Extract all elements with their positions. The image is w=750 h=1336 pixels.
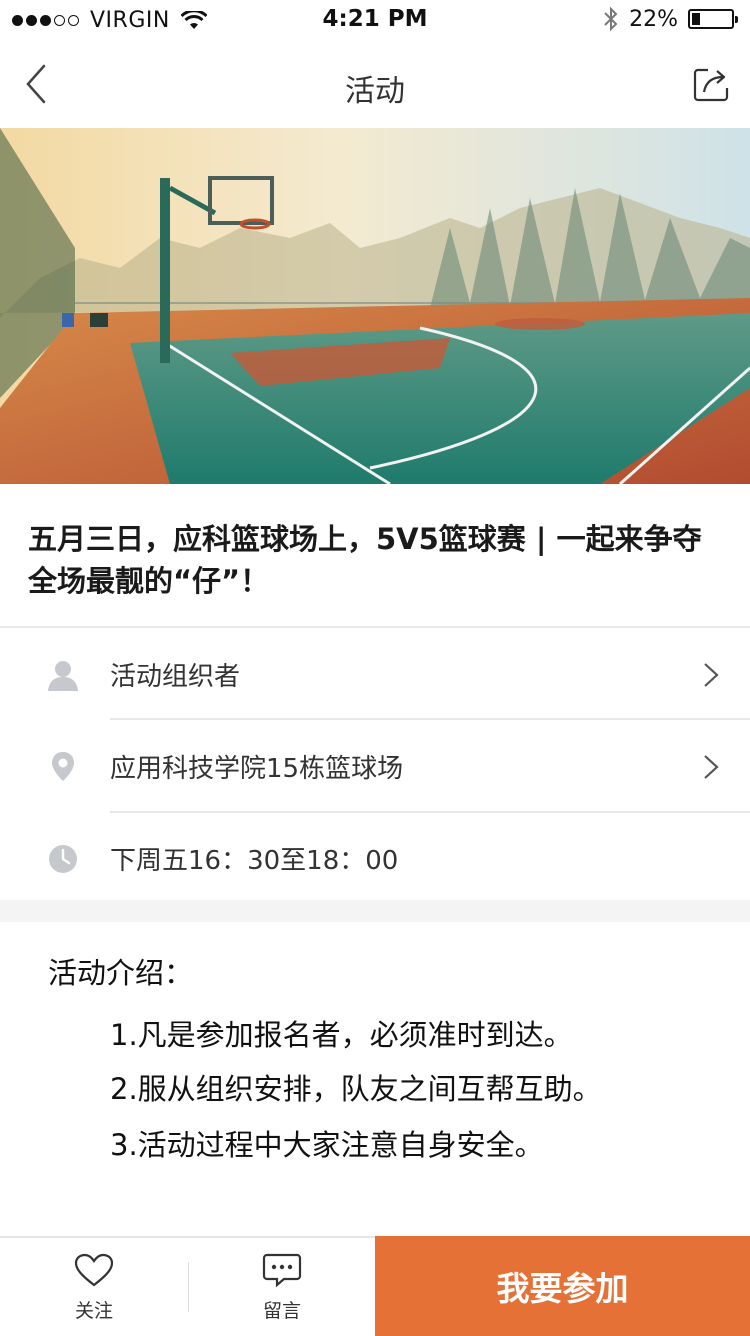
basketball-court-photo	[0, 128, 750, 484]
time-row: 下周五16：30至18：00	[0, 812, 750, 904]
time-label: 下周五16：30至18：00	[110, 846, 399, 876]
organizer-label: 活动组织者	[110, 662, 241, 692]
page-title: 活动	[345, 74, 405, 109]
navigation-bar: 活动	[0, 40, 750, 128]
location-pin-icon	[52, 752, 74, 781]
section-gap	[0, 900, 750, 922]
battery-percent: 22%	[629, 6, 678, 32]
intro-item: 2.服从组织安排，队友之间互帮互助。	[110, 1072, 602, 1106]
bluetooth-icon	[604, 6, 618, 32]
heart-icon	[74, 1253, 114, 1287]
share-icon[interactable]	[692, 64, 732, 104]
battery-icon	[688, 9, 738, 29]
location-label: 应用科技学院15栋篮球场	[110, 754, 404, 784]
status-bar: VIRGIN 4:21 PM 22%	[0, 0, 750, 40]
event-title: 五月三日，应科篮球场上，5V5篮球赛 | 一起来争夺全场最靓的“仔”！	[28, 522, 702, 598]
organizer-row[interactable]: 活动组织者	[0, 628, 750, 720]
chevron-right-icon	[704, 755, 719, 779]
intro-heading: 活动介绍：	[48, 956, 194, 990]
location-row[interactable]: 应用科技学院15栋篮球场	[0, 720, 750, 812]
clock-icon	[49, 845, 77, 873]
join-button[interactable]: 我要参加	[375, 1236, 750, 1336]
intro-item: 3.活动过程中大家注意自身安全。	[110, 1128, 544, 1162]
intro-item: 1.凡是参加报名者，必须准时到达。	[110, 1018, 573, 1052]
follow-label: 关注	[74, 1300, 113, 1322]
hero-image	[0, 128, 750, 484]
comment-button[interactable]: 留言	[189, 1238, 375, 1336]
user-icon	[48, 661, 78, 691]
bottom-action-bar: 关注 留言 我要参加	[0, 1236, 750, 1336]
chevron-right-icon	[704, 663, 719, 687]
comment-icon	[262, 1253, 302, 1288]
comment-label: 留言	[262, 1300, 301, 1322]
follow-button[interactable]: 关注	[0, 1238, 188, 1336]
